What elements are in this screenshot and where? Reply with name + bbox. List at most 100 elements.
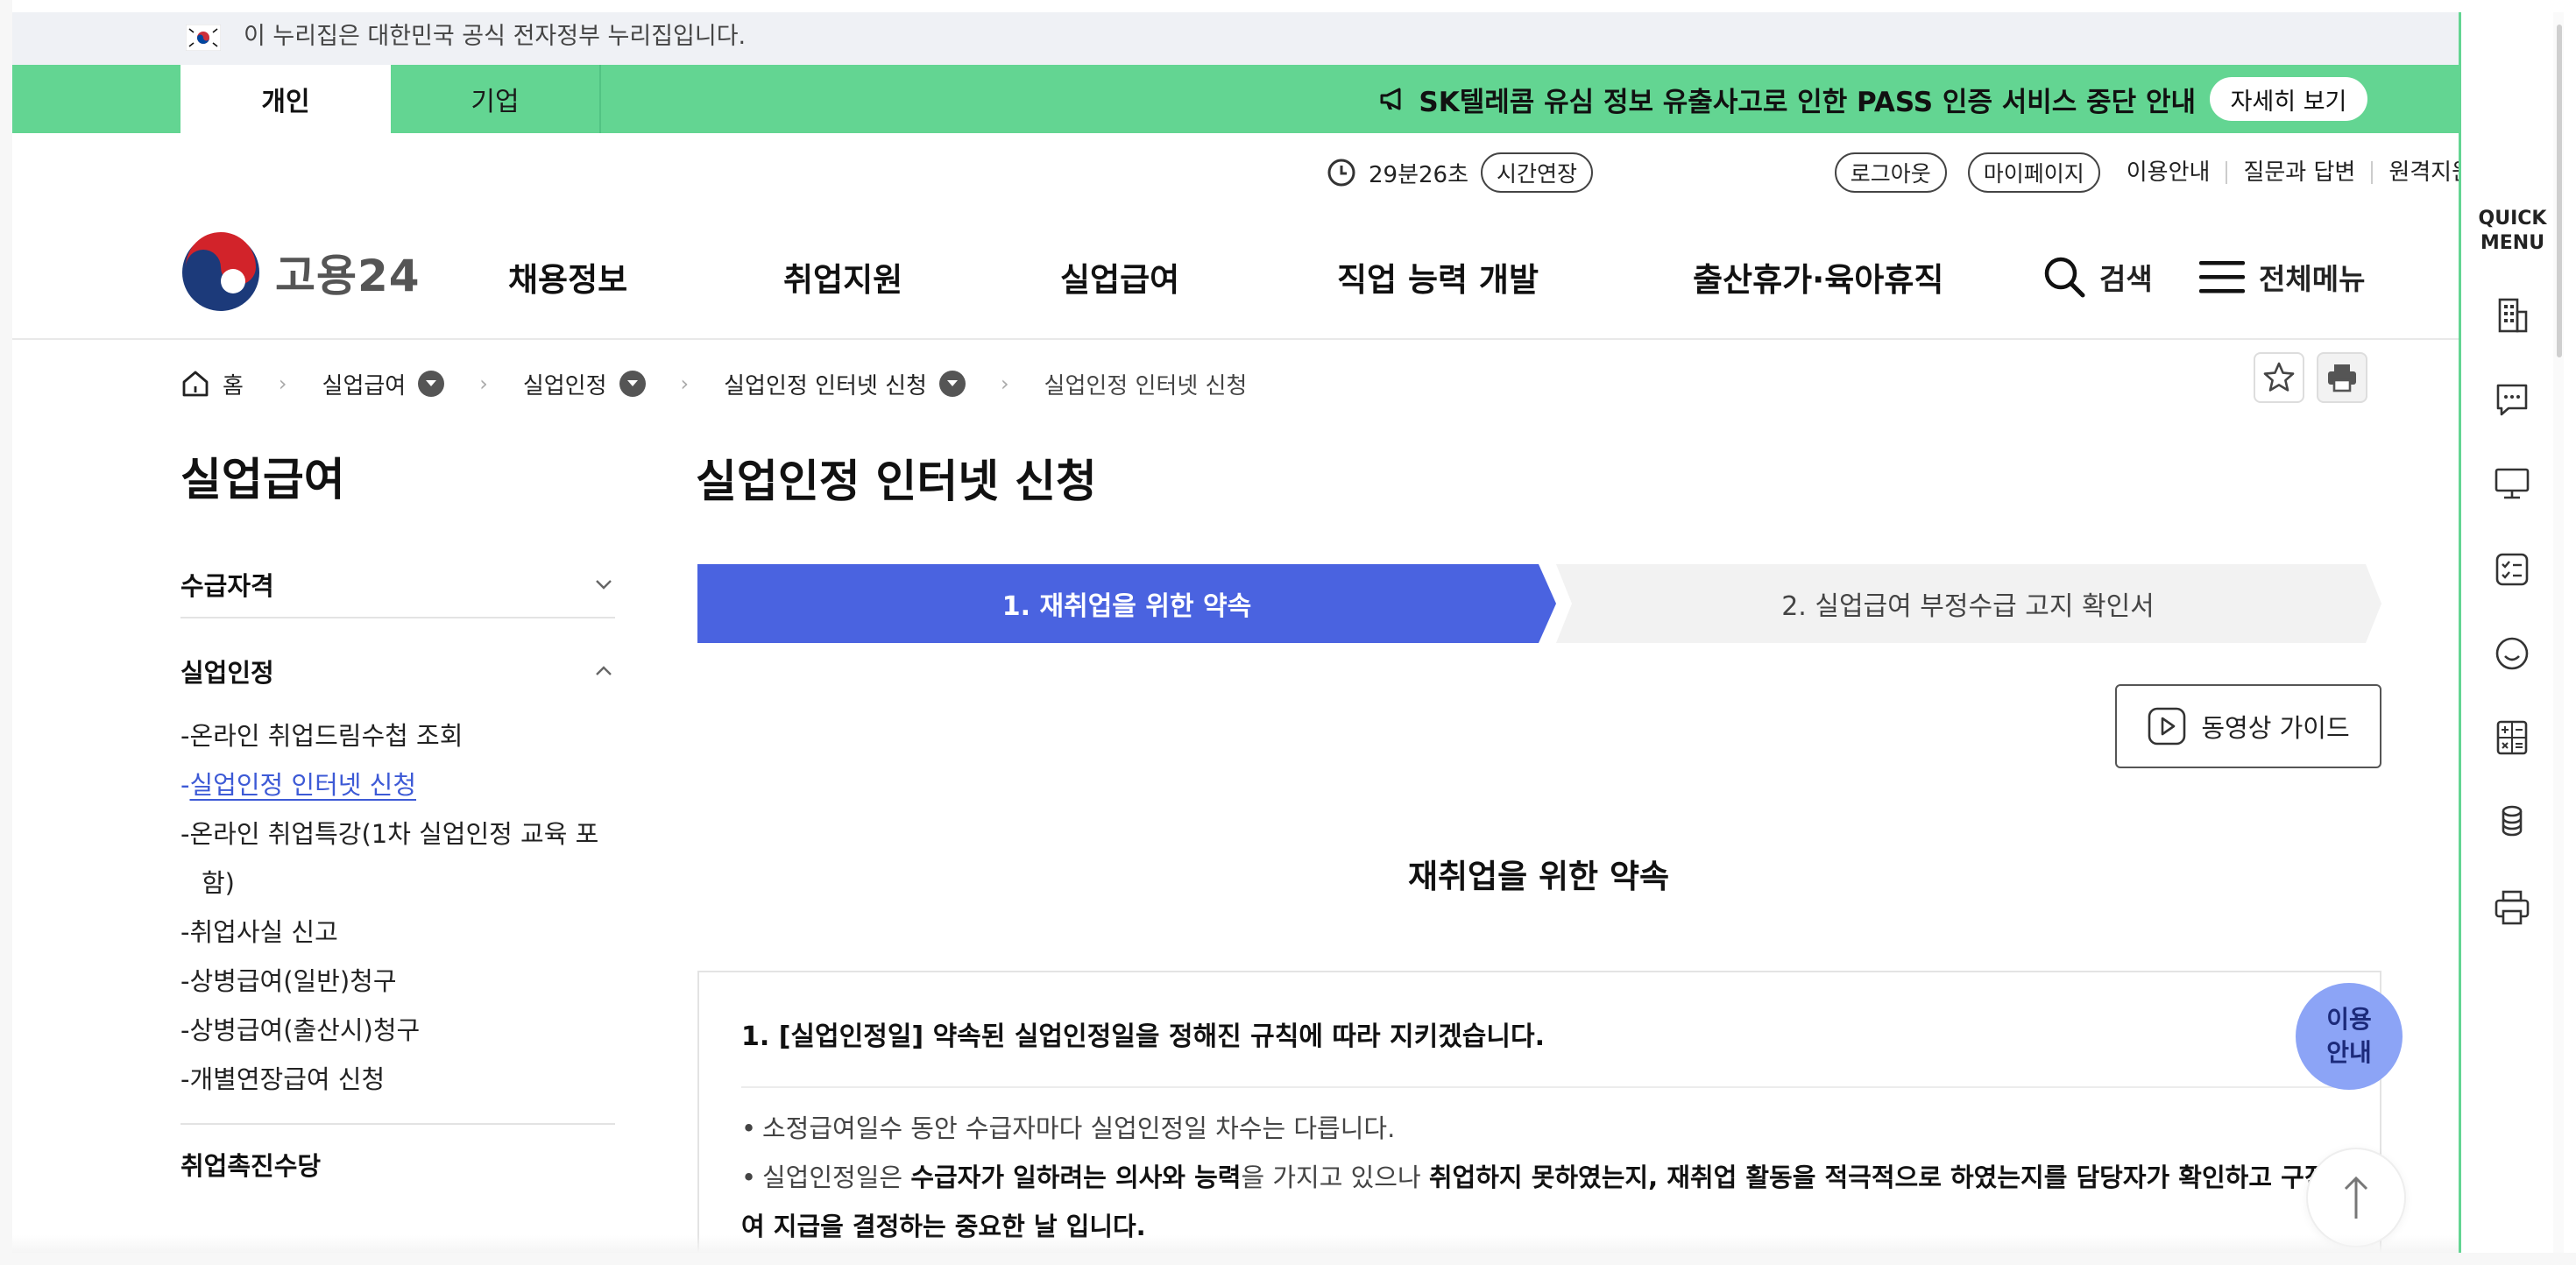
lnb-item-online-lecture[interactable]: -온라인 취업특강(1차 실업인정 교육 포함) bbox=[180, 809, 615, 908]
lnb-section-allowance[interactable]: 취업촉진수당 bbox=[180, 1146, 615, 1183]
notice-banner[interactable]: SK텔레콤 유심 정보 유출사고로 인한 PASS 인증 서비스 중단 안내 bbox=[1378, 65, 2196, 133]
usage-guide-fab[interactable]: 이용 안내 bbox=[2296, 983, 2403, 1090]
chevron-right-icon: › bbox=[479, 371, 488, 396]
lnb-item-label: 실업인정 인터넷 신청 bbox=[189, 770, 417, 800]
gnb-unemployment-benefit[interactable]: 실업급여 bbox=[1060, 251, 1179, 303]
bullet-text: 실업인정일은 bbox=[762, 1163, 911, 1192]
logout-button[interactable]: 로그아웃 bbox=[1834, 152, 1947, 193]
lnb-item-internet-application[interactable]: -실업인정 인터넷 신청 bbox=[180, 760, 615, 809]
gnb-vocational-training[interactable]: 직업 능력 개발 bbox=[1337, 251, 1539, 303]
print-button[interactable] bbox=[2317, 352, 2367, 403]
quick-title-line: QUICK bbox=[2478, 208, 2547, 230]
window-edge-right bbox=[2564, 0, 2576, 1265]
quick-menu-title: QUICK MENU bbox=[2461, 207, 2564, 256]
all-menu-button[interactable]: 전체메뉴 bbox=[2197, 251, 2365, 303]
favorite-button[interactable] bbox=[2254, 352, 2304, 403]
pledge-bullet-1: • 소정급여일수 동안 수급자마다 실업인정일 차수는 다릅니다. bbox=[741, 1113, 1396, 1143]
extend-session-button[interactable]: 시간연장 bbox=[1481, 152, 1594, 193]
mypage-button[interactable]: 마이페이지 bbox=[1967, 152, 2100, 193]
korea-flag-icon bbox=[186, 25, 221, 51]
breadcrumb-item-1[interactable]: 실업급여 bbox=[322, 368, 445, 400]
chevron-up-icon bbox=[596, 666, 612, 675]
search-icon bbox=[2044, 257, 2085, 298]
breadcrumb-item-label: 실업급여 bbox=[322, 372, 407, 399]
page-title: 실업인정 인터넷 신청 bbox=[696, 456, 1097, 508]
monitor-icon[interactable] bbox=[2491, 463, 2533, 505]
link-remote-support[interactable]: 원격지원 bbox=[2371, 161, 2473, 184]
lnb-item-label: 상병급여(일반)청구 bbox=[189, 966, 397, 996]
gov-banner-text: 이 누리집은 대한민국 공식 전자정부 누리집입니다. bbox=[244, 23, 747, 50]
lnb-item-extended-benefit[interactable]: -개별연장급여 신청 bbox=[180, 1055, 615, 1104]
lnb-item-sickness-general[interactable]: -상병급여(일반)청구 bbox=[180, 957, 615, 1006]
dropdown-icon[interactable] bbox=[938, 371, 966, 397]
hamburger-icon bbox=[2199, 261, 2245, 293]
breadcrumb-current-label: 실업인정 인터넷 신청 bbox=[1044, 372, 1248, 399]
bullet-text: 을 가지고 있으나 bbox=[1241, 1163, 1429, 1192]
breadcrumb-home-label: 홈 bbox=[223, 372, 244, 399]
breadcrumb: 홈 › 실업급여 › 실업인정 › 실업인정 인터넷 신청 › 실업인정 인터넷… bbox=[180, 359, 1247, 408]
gnb-employment-support[interactable]: 취업지원 bbox=[783, 251, 902, 303]
print-icon[interactable] bbox=[2491, 887, 2533, 929]
smile-icon[interactable] bbox=[2491, 632, 2533, 675]
lnb-section-eligibility[interactable]: 수급자격 bbox=[180, 552, 615, 618]
breadcrumb-item-label: 실업인정 인터넷 신청 bbox=[724, 372, 927, 399]
step-1-active: 1. 재취업을 위한 약속 bbox=[1001, 591, 1252, 622]
print-icon bbox=[2328, 364, 2356, 392]
timer-value: 29분26초 bbox=[1369, 161, 1469, 188]
megaphone-icon bbox=[1380, 88, 1401, 110]
link-qna[interactable]: 질문과 답변 bbox=[2226, 161, 2371, 184]
bottom-fade bbox=[12, 1235, 2459, 1253]
lnb-item-sickness-childbirth[interactable]: -상병급여(출산시)청구 bbox=[180, 1006, 615, 1055]
breadcrumb-item-3[interactable]: 실업인정 인터넷 신청 bbox=[724, 368, 966, 400]
search-button[interactable]: 검색 bbox=[2042, 251, 2153, 303]
video-guide-button[interactable]: 동영상 가이드 bbox=[2115, 684, 2381, 768]
dropdown-icon[interactable] bbox=[418, 371, 445, 397]
breadcrumb-current: 실업인정 인터넷 신청 bbox=[1044, 368, 1248, 400]
lnb-submenu: -온라인 취업드림수첩 조회 -실업인정 인터넷 신청 -온라인 취업특강(1차… bbox=[180, 704, 615, 1125]
pledge-heading: 1. [실업인정일] 약속된 실업인정일을 정해진 규칙에 따라 지키겠습니다. bbox=[741, 1021, 1545, 1052]
tab-personal[interactable]: 개인 bbox=[180, 65, 391, 133]
step-indicator: 1. 재취업을 위한 약속 2. 실업급여 부정수급 고지 확인서 bbox=[697, 564, 2381, 643]
arrow-up-icon bbox=[2344, 1176, 2368, 1219]
calculator-icon[interactable] bbox=[2491, 717, 2533, 759]
lnb-title: 실업급여 bbox=[180, 455, 345, 506]
browser-viewport: 이 누리집은 대한민국 공식 전자정부 누리집입니다. 개인 기업 SK텔레콤 … bbox=[12, 12, 2564, 1253]
gnb-maternity-parental-leave[interactable]: 출산휴가·육아휴직 bbox=[1693, 251, 1943, 303]
bullet-text: 소정급여일수 동안 수급자마다 실업인정일 차수는 다릅니다. bbox=[762, 1113, 1396, 1143]
chevron-right-icon: › bbox=[1000, 371, 1009, 396]
chevron-right-icon: › bbox=[680, 371, 690, 396]
gnb-job-info[interactable]: 채용정보 bbox=[508, 251, 627, 303]
quick-title-line: MENU bbox=[2480, 232, 2545, 254]
video-guide-label: 동영상 가이드 bbox=[2201, 713, 2350, 743]
header-divider bbox=[12, 338, 2459, 340]
tab-corporate[interactable]: 기업 bbox=[391, 65, 601, 133]
window-edge-left bbox=[0, 0, 12, 1265]
dropdown-icon[interactable] bbox=[619, 371, 646, 397]
chevron-down-icon bbox=[596, 580, 612, 590]
breadcrumb-item-2[interactable]: 실업인정 bbox=[523, 368, 646, 400]
lnb-item-employment-report[interactable]: -취업사실 신고 bbox=[180, 908, 615, 957]
home-icon bbox=[182, 371, 209, 397]
all-menu-label: 전체메뉴 bbox=[2259, 262, 2366, 296]
pledge-card: 1. [실업인정일] 약속된 실업인정일을 정해진 규칙에 따라 지키겠습니다.… bbox=[697, 971, 2381, 1253]
notice-detail-button[interactable]: 자세히 보기 bbox=[2210, 77, 2367, 121]
utility-links: 로그아웃 마이페이지 이용안내 질문과 답변 원격지원 bbox=[1834, 151, 2473, 194]
window-edge-bottom bbox=[0, 1253, 2576, 1265]
lnb-section-certification[interactable]: 실업인정 bbox=[180, 638, 615, 704]
link-usage-guide[interactable]: 이용안내 bbox=[2121, 161, 2226, 184]
lnb-item-label: 개별연장급여 신청 bbox=[189, 1064, 386, 1094]
site-logo[interactable]: 고용24 bbox=[180, 231, 421, 314]
coins-icon[interactable] bbox=[2491, 801, 2533, 843]
lnb-item-label: 온라인 취업드림수첩 조회 bbox=[189, 721, 464, 751]
scroll-to-top-button[interactable] bbox=[2306, 1148, 2406, 1247]
scrollbar-thumb[interactable] bbox=[2557, 25, 2562, 357]
chat-icon[interactable] bbox=[2491, 378, 2533, 420]
lnb-item-dream-notebook[interactable]: -온라인 취업드림수첩 조회 bbox=[180, 711, 615, 760]
breadcrumb-home[interactable]: 홈 bbox=[180, 368, 244, 400]
checklist-icon[interactable] bbox=[2491, 548, 2533, 590]
side-navigation: 수급자격 실업인정 -온라인 취업드림수첩 조회 -실업인정 인터넷 신청 -온… bbox=[180, 552, 615, 1183]
building-icon[interactable] bbox=[2491, 294, 2533, 336]
fab-label: 이용 bbox=[2326, 1005, 2372, 1034]
card-divider bbox=[741, 1086, 2341, 1088]
gov-banner: 이 누리집은 대한민국 공식 전자정부 누리집입니다. bbox=[12, 12, 2459, 65]
